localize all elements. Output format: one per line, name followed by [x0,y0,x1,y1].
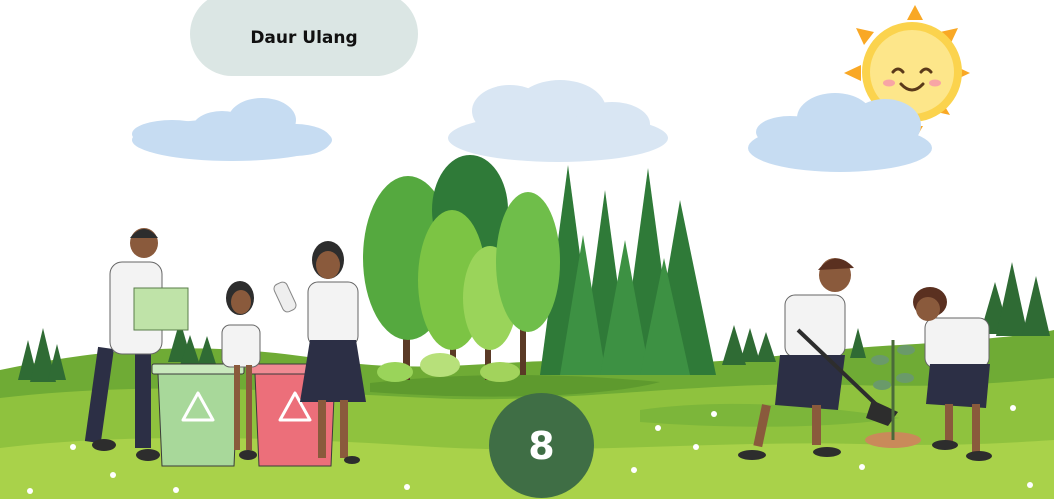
title-badge: Daur Ulang [190,0,418,76]
title-text: Daur Ulang [250,28,358,48]
forest-center [363,155,716,382]
illustration-slide: Daur Ulang 8 [0,0,1054,499]
cloud-left [132,98,332,161]
recycle-bin-green [151,363,245,467]
page-number: 8 [528,423,555,468]
cloud-right [748,93,932,172]
page-number-badge: 8 [489,393,594,498]
cloud-center [448,80,668,162]
